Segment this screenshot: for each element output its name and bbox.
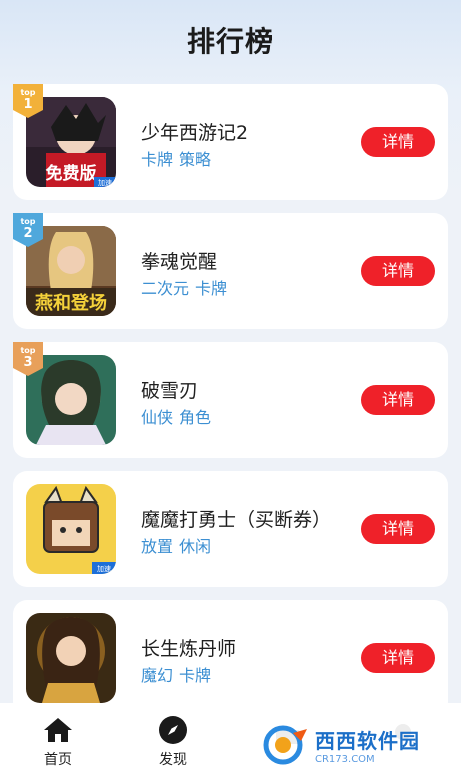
watermark-logo-icon	[263, 725, 307, 765]
svg-text:加速: 加速	[97, 564, 111, 573]
game-tag: 卡牌	[141, 150, 174, 169]
ranking-list: 免费版 加速 top 1 少年西游记2 卡牌 策略 详情 燕和登场 top 2 …	[13, 84, 448, 729]
game-tag: 卡牌	[179, 666, 212, 685]
watermark-sub: CR173.COM	[315, 754, 375, 765]
game-tag: 策略	[179, 150, 212, 169]
game-icon[interactable]	[26, 613, 116, 703]
header: 排行榜	[0, 0, 461, 80]
game-tags: 卡牌 策略	[141, 146, 211, 170]
tab-label: 首页	[44, 752, 72, 768]
game-name: 拳魂觉醒	[141, 251, 218, 273]
detail-button[interactable]: 详情	[361, 385, 435, 415]
detail-button[interactable]: 详情	[361, 256, 435, 286]
site-watermark: 西西软件园 CR173.COM	[255, 719, 455, 771]
list-item[interactable]: top 3 破雪刃 仙侠 角色 详情	[13, 342, 448, 458]
game-name: 少年西游记2	[141, 122, 249, 144]
game-tag: 休闲	[179, 537, 212, 556]
list-item[interactable]: 加速 魔魔打勇士（买断券） 放置 休闲 详情	[13, 471, 448, 587]
svg-text:燕和登场: 燕和登场	[35, 292, 107, 314]
game-tags: 二次元 卡牌	[141, 275, 227, 299]
game-icon[interactable]: 加速	[26, 484, 116, 574]
svg-text:免费版: 免费版	[46, 163, 97, 184]
game-tags: 魔幻 卡牌	[141, 662, 211, 686]
detail-button[interactable]: 详情	[361, 643, 435, 673]
game-tags: 放置 休闲	[141, 533, 211, 557]
tab-home[interactable]: 首页	[23, 715, 93, 769]
game-tag: 角色	[179, 408, 212, 427]
detail-button[interactable]: 详情	[361, 127, 435, 157]
game-tags: 仙侠 角色	[141, 404, 211, 428]
list-item[interactable]: 长生炼丹师 魔幻 卡牌 详情	[13, 600, 448, 716]
home-icon	[23, 715, 93, 745]
rank-badge: top 2	[13, 213, 43, 247]
svg-text:加速: 加速	[98, 178, 112, 187]
tab-discover[interactable]: 发现	[138, 715, 208, 769]
watermark-text: 西西软件园	[315, 729, 420, 753]
game-name: 破雪刃	[141, 380, 199, 402]
rank-badge: top 3	[13, 342, 43, 376]
compass-icon	[138, 715, 208, 745]
tab-label: 发现	[159, 752, 187, 768]
rank-badge: top 1	[13, 84, 43, 118]
list-item[interactable]: 燕和登场 top 2 拳魂觉醒 二次元 卡牌 详情	[13, 213, 448, 329]
game-tag: 仙侠	[141, 408, 174, 427]
detail-button[interactable]: 详情	[361, 514, 435, 544]
game-tag: 二次元	[141, 279, 190, 298]
game-name: 长生炼丹师	[141, 638, 237, 660]
game-tag: 放置	[141, 537, 174, 556]
list-item[interactable]: 免费版 加速 top 1 少年西游记2 卡牌 策略 详情	[13, 84, 448, 200]
game-tag: 魔幻	[141, 666, 174, 685]
game-tag: 卡牌	[195, 279, 228, 298]
game-name: 魔魔打勇士（买断券）	[141, 509, 332, 531]
page-title: 排行榜	[186, 25, 274, 58]
